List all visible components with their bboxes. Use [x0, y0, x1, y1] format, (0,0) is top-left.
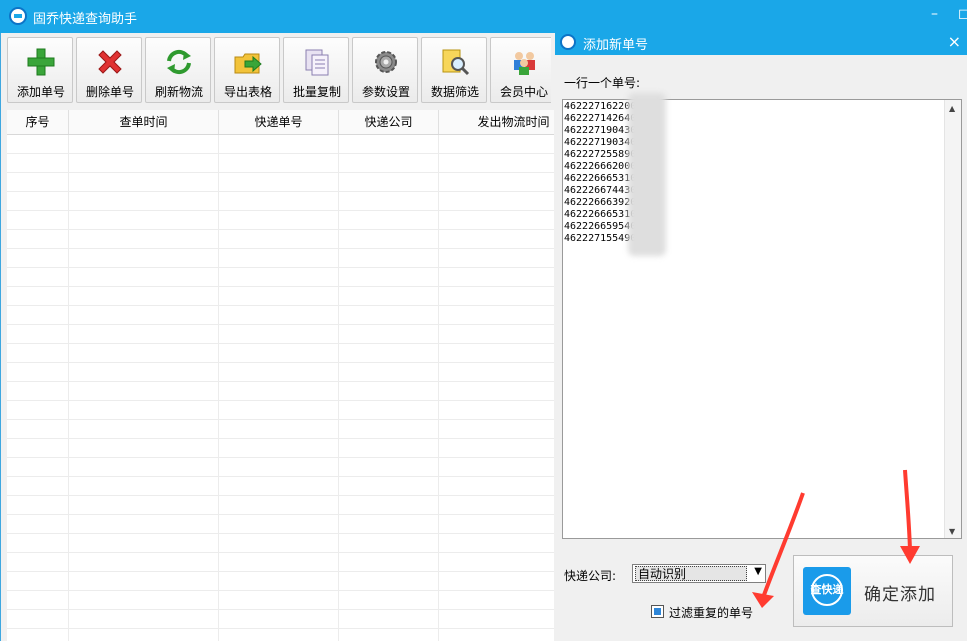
data-filter-label: 数据筛选	[430, 85, 479, 99]
grid-body[interactable]	[7, 135, 554, 641]
refresh-logistics-button[interactable]: 刷新物流	[145, 37, 211, 103]
add-number-dialog: 添加新单号 × 一行一个单号: 462227162200 46222714264…	[555, 29, 967, 641]
tracking-number-line: 462226659540	[564, 221, 637, 232]
one-per-line-label: 一行一个单号:	[564, 76, 641, 90]
query-express-logo-icon: 查快递	[803, 567, 851, 615]
column-header-query-time[interactable]: 查单时间	[69, 110, 219, 134]
tracking-number-line: 462227255890	[564, 149, 637, 160]
export-table-button[interactable]: 导出表格	[214, 37, 280, 103]
member-center-button[interactable]: 会员中心	[490, 37, 551, 103]
confirm-add-label: 确定添加	[864, 585, 936, 605]
restore-button[interactable]: ◻	[958, 6, 967, 22]
grid-header: 序号 查单时间 快递单号 快递公司 发出物流时间	[7, 110, 554, 135]
dialog-close-button[interactable]: ×	[948, 32, 961, 51]
settings-label: 参数设置	[361, 85, 410, 99]
dialog-titlebar: 添加新单号 ×	[555, 29, 967, 55]
tracking-number-line: 462227190340	[564, 137, 637, 148]
column-header-ship-time[interactable]: 发出物流时间	[439, 110, 554, 134]
minimize-button[interactable]: –	[931, 6, 938, 22]
tracking-number-line: 462226674430	[564, 185, 637, 196]
scroll-down-icon[interactable]: ▼	[949, 527, 955, 536]
member-center-label: 会员中心	[499, 85, 548, 99]
add-icon	[27, 48, 55, 76]
tracking-number-line: 462227190430	[564, 125, 637, 136]
textarea-scrollbar[interactable]: ▲ ▼	[944, 100, 961, 538]
column-header-index[interactable]: 序号	[7, 110, 69, 134]
add-number-label: 添加单号	[16, 85, 65, 99]
toolbar: 添加单号 删除单号 刷新物流 导出表格 批量复制 参数设置 数据筛选 会员中心	[7, 37, 551, 107]
tracking-number-line: 462227142640	[564, 113, 637, 124]
logo-text: 查快递	[810, 583, 844, 596]
tracking-number-line: 462226665310	[564, 209, 637, 220]
tracking-number-line: 462227155490	[564, 233, 637, 244]
tracking-number-line: 462226665310	[564, 173, 637, 184]
courier-company-select[interactable]: 自动识别 ▼	[632, 564, 766, 583]
refresh-icon	[167, 49, 191, 75]
batch-copy-button[interactable]: 批量复制	[283, 37, 349, 103]
tracking-number-lines: 462227162200 462227142640 462227190430 4…	[564, 93, 666, 256]
settings-button[interactable]: 参数设置	[352, 37, 418, 103]
tracking-number-line: 462226663920	[564, 197, 637, 208]
tracking-number-line: 462226662000	[564, 161, 637, 172]
scroll-up-icon[interactable]: ▲	[949, 104, 955, 113]
delete-number-label: 删除单号	[85, 85, 134, 99]
column-header-tracking-number[interactable]: 快递单号	[219, 110, 339, 134]
tracking-numbers-textarea[interactable]: 462227162200 462227142640 462227190430 4…	[562, 93, 962, 539]
window-title: 固乔快递查询助手	[33, 12, 138, 27]
courier-company-value: 自动识别	[635, 566, 747, 581]
app-logo-icon	[9, 7, 27, 25]
filter-duplicates-label[interactable]: 过滤重复的单号	[669, 604, 753, 621]
settings-icon	[375, 51, 397, 73]
confirm-add-button[interactable]: 查快递 确定添加	[793, 555, 953, 627]
export-icon	[234, 53, 262, 74]
courier-company-label: 快递公司:	[564, 569, 617, 583]
member-icon	[514, 52, 535, 75]
data-filter-button[interactable]: 数据筛选	[421, 37, 487, 103]
delete-icon	[98, 50, 122, 74]
filter-duplicates-checkbox[interactable]	[651, 605, 664, 618]
privacy-blur	[628, 93, 666, 256]
filter-icon	[442, 49, 470, 76]
export-table-label: 导出表格	[223, 85, 272, 99]
tracking-grid[interactable]: 序号 查单时间 快递单号 快递公司 发出物流时间	[7, 110, 554, 641]
main-panel: 添加单号 删除单号 刷新物流 导出表格 批量复制 参数设置 数据筛选 会员中心 …	[0, 33, 555, 641]
delete-number-button[interactable]: 删除单号	[76, 37, 142, 103]
chevron-down-icon[interactable]: ▼	[754, 566, 762, 577]
copy-icon	[305, 49, 329, 76]
refresh-logistics-label: 刷新物流	[154, 85, 203, 99]
dialog-title: 添加新单号	[583, 38, 649, 53]
tracking-number-line: 462227162200	[564, 101, 637, 112]
column-header-courier[interactable]: 快递公司	[339, 110, 439, 134]
dialog-logo-icon	[560, 34, 576, 50]
batch-copy-label: 批量复制	[292, 85, 341, 99]
add-number-button[interactable]: 添加单号	[7, 37, 73, 103]
